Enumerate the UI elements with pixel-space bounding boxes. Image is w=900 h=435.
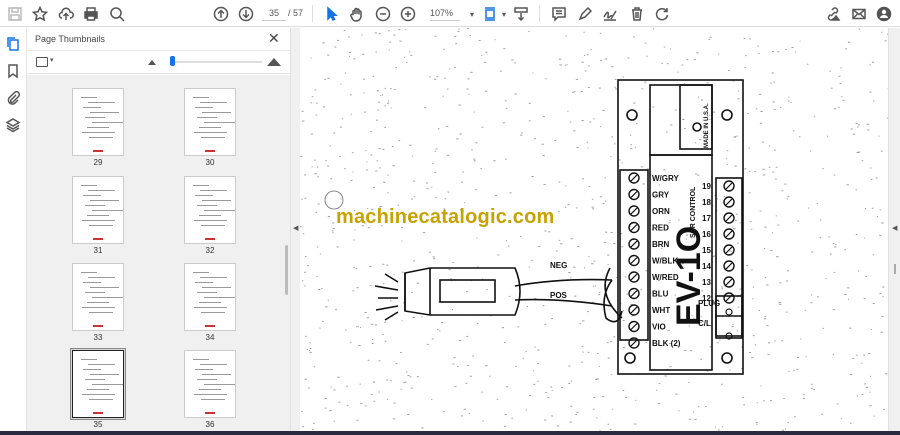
page-thumbnail[interactable]	[184, 88, 236, 156]
wire-color-label: GRY	[652, 191, 670, 200]
layers-icon[interactable]	[5, 117, 21, 133]
model-suffix: O	[670, 226, 708, 252]
upload-cloud-icon[interactable]	[56, 4, 76, 24]
page-down-icon[interactable]	[236, 4, 256, 24]
attachment-icon[interactable]	[5, 90, 21, 106]
panel-scrollbar[interactable]	[283, 75, 290, 435]
wire-color-label: BLU	[652, 290, 669, 299]
wire-color-label: VIO	[652, 323, 666, 332]
terminal-number-label: 19	[702, 182, 711, 191]
collapse-left-icon[interactable]: ◀	[293, 224, 298, 232]
thumbnail-page-label: 33	[93, 333, 103, 342]
wire-color-label: ORN	[652, 207, 670, 216]
zoom-value: 107%	[430, 8, 454, 18]
slider-handle[interactable]	[170, 56, 175, 66]
wire-color-label: BRN	[652, 240, 670, 249]
small-thumbnail-icon[interactable]	[148, 60, 156, 65]
page-thumbnail[interactable]	[184, 350, 236, 418]
comment-icon[interactable]	[549, 4, 569, 24]
scan-noise	[300, 28, 888, 435]
thumbnail-list: 29 30 31 32 33 34 35 36	[27, 75, 283, 435]
highlight-pen-icon[interactable]	[575, 4, 595, 24]
page-up-icon[interactable]	[211, 4, 231, 24]
star-icon[interactable]	[30, 4, 50, 24]
right-pane-handle[interactable]: ◀	[888, 28, 900, 435]
wire-color-label: RED	[652, 224, 669, 233]
toolbar: / 57 107% ▾ ▾	[0, 0, 900, 27]
thumbnail-page-label: 35	[93, 420, 103, 429]
flashlight-drawing	[374, 267, 623, 323]
panel-title: Page Thumbnails	[35, 34, 105, 44]
options-dropdown-icon[interactable]: ▾	[50, 56, 54, 64]
model-label: EV-1	[670, 252, 708, 326]
print-icon[interactable]	[81, 4, 101, 24]
neg-label: NEG	[550, 261, 567, 270]
thumbnail-size-slider[interactable]	[170, 56, 262, 66]
watermark-text: machinecatalogic.com	[336, 206, 555, 228]
terminal-number-label: 18	[702, 198, 711, 207]
expand-right-icon[interactable]: ◀	[892, 224, 897, 232]
left-terminal-strip	[628, 172, 640, 349]
delete-icon[interactable]	[627, 4, 647, 24]
page-thumbnail[interactable]	[72, 263, 124, 331]
thumbnail-page-label: 32	[205, 246, 215, 255]
select-cursor-icon[interactable]	[321, 4, 341, 24]
hand-icon[interactable]	[347, 4, 367, 24]
email-icon[interactable]	[849, 4, 869, 24]
zoom-in-icon[interactable]	[398, 4, 418, 24]
doc-scrollbar[interactable]	[894, 264, 896, 274]
thumbnail-page-label: 34	[205, 333, 215, 342]
page-thumbnail[interactable]	[184, 176, 236, 244]
terminal-number-label: 17	[702, 214, 711, 223]
thumbnail-page-label: 31	[93, 246, 103, 255]
page-thumbnail[interactable]	[72, 176, 124, 244]
pos-label: POS	[550, 291, 568, 300]
thumbnail-options-row: ▾	[27, 50, 290, 74]
zoom-level[interactable]: 107%	[430, 6, 460, 21]
document-view: NEG POS W/GRY GRY ORN RED BRN W/BLK W/RED BLU WH…	[300, 28, 888, 435]
page-total: / 57	[288, 8, 304, 18]
zoom-out-icon[interactable]	[373, 4, 393, 24]
panel-splitter[interactable]: ◀	[290, 28, 300, 435]
page-thumbnails-panel: Page Thumbnails ✕ ▾ 29 30 31 32 33 34 35 36	[27, 28, 290, 435]
made-in-label: MADE IN U.S.A.	[704, 103, 710, 148]
sign-icon[interactable]	[600, 4, 620, 24]
zoom-dropdown-icon[interactable]: ▾	[462, 4, 482, 24]
control-label: SCR CONTROL	[690, 186, 697, 238]
search-zoom-icon[interactable]	[107, 4, 127, 24]
wire-color-label: WHT	[652, 306, 670, 315]
thumbnail-options-icon[interactable]	[36, 57, 48, 67]
svg-text:EV-1O: EV-1O	[670, 226, 708, 326]
rotate-icon[interactable]	[652, 4, 672, 24]
page-thumbnail[interactable]	[72, 88, 124, 156]
scroll-mode-icon[interactable]	[511, 4, 531, 24]
account-icon[interactable]	[874, 4, 894, 24]
thumbnail-page-label: 30	[205, 158, 215, 167]
page-thumbnail[interactable]	[72, 350, 124, 418]
taskbar-strip	[0, 431, 900, 435]
page-thumbnail[interactable]	[184, 263, 236, 331]
bookmark-icon[interactable]	[5, 63, 21, 79]
left-tool-rail	[0, 28, 27, 435]
page-number-input[interactable]	[262, 6, 286, 21]
share-link-icon[interactable]	[823, 4, 843, 24]
large-thumbnail-icon[interactable]	[267, 58, 281, 66]
save-icon[interactable]	[5, 4, 25, 24]
thumbnail-page-label: 36	[205, 420, 215, 429]
page-thumbnails-icon[interactable]	[5, 36, 21, 52]
wire-color-label: BLK (2)	[652, 339, 681, 348]
thumbnail-page-label: 29	[93, 158, 103, 167]
wiring-diagram: NEG POS W/GRYGRYORNREDBRNW/BLKW/REDBLUWH…	[300, 28, 888, 435]
wire-color-label: W/GRY	[652, 174, 679, 183]
close-panel-icon[interactable]: ✕	[268, 30, 280, 47]
